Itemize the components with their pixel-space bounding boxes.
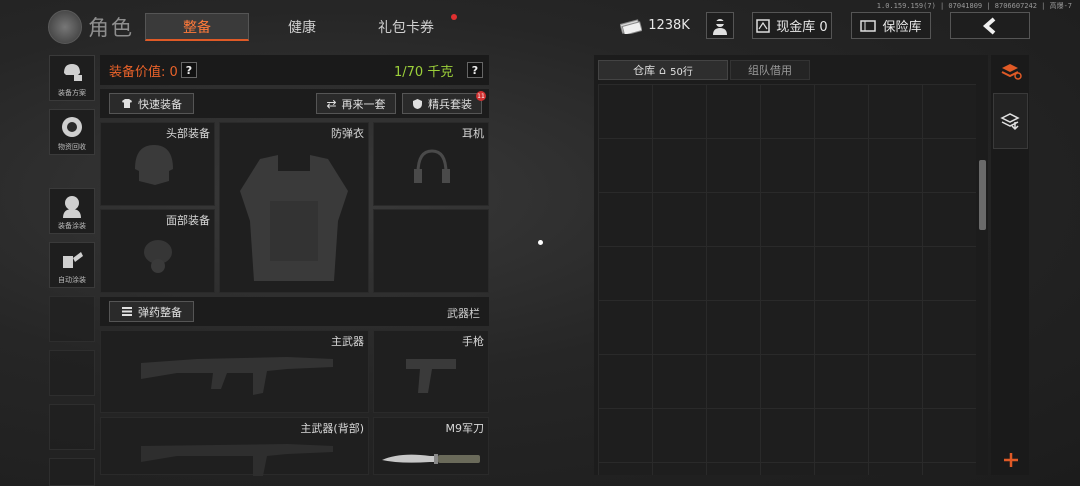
- auto-paint-label: 自动涂装: [58, 276, 86, 284]
- auto-paint-icon: [63, 252, 83, 268]
- agent-icon: [713, 18, 727, 35]
- elite-badge: 11: [476, 91, 486, 101]
- weight-help-button[interactable]: ?: [467, 62, 483, 78]
- helmet-icon: [135, 145, 173, 185]
- page-title: 角色: [88, 16, 134, 40]
- tab-equip[interactable]: 整备: [145, 13, 249, 41]
- home-icon: ⌂: [659, 63, 667, 77]
- knife-slot[interactable]: M9军刀: [373, 417, 489, 475]
- vault-icon: [756, 18, 771, 33]
- quick-equip-button[interactable]: 快速装备: [109, 93, 194, 114]
- elite-set-button[interactable]: 精兵套装: [402, 93, 482, 114]
- left-empty-slot: [49, 404, 95, 450]
- earphone-slot-label: 耳机: [462, 127, 484, 140]
- armor-slot-label: 防弹衣: [331, 127, 364, 140]
- head-slot[interactable]: 头部装备: [100, 122, 215, 206]
- left-empty-slot: [49, 350, 95, 396]
- warehouse-tab[interactable]: 仓库 ⌂ 50行: [598, 60, 728, 80]
- primary-weapon-slot[interactable]: 主武器: [100, 330, 369, 413]
- version-text: 1.0.159.159(7) | 07041809 | 8706607242 |…: [876, 2, 1072, 10]
- vest-icon: [240, 155, 348, 281]
- rifle-icon: [141, 357, 333, 395]
- left-empty-slot: [49, 458, 95, 486]
- again-label: 再来一套: [341, 97, 386, 111]
- ammo-equip-button[interactable]: 弹药整备: [109, 301, 194, 322]
- cash-icon: [620, 18, 643, 34]
- money-display[interactable]: 1238K: [619, 12, 691, 39]
- inventory-scrollbar[interactable]: [979, 160, 986, 230]
- recycle-label: 物资回收: [58, 143, 86, 151]
- cash-vault-label: 现金库 0: [776, 20, 828, 35]
- primary-back-label: 主武器(背部): [300, 422, 364, 435]
- team-borrow-tab[interactable]: 组队借用: [730, 60, 810, 80]
- add-button[interactable]: [993, 446, 1028, 474]
- stack-download-icon: [999, 113, 1020, 131]
- pistol-label: 手枪: [462, 335, 484, 348]
- tab-gift[interactable]: 礼包卡券: [360, 13, 452, 41]
- layers-button[interactable]: [993, 55, 1028, 87]
- pistol-icon: [406, 359, 456, 393]
- recycle-icon: [62, 117, 82, 137]
- logo: [48, 10, 82, 44]
- loadout-label: 装备方案: [58, 89, 86, 97]
- auto-paint-button[interactable]: 自动涂装: [49, 242, 95, 288]
- headset-icon: [414, 149, 450, 183]
- face-slot-label: 面部装备: [166, 214, 210, 227]
- ammo-equip-label: 弹药整备: [138, 305, 182, 319]
- gas-mask-icon: [144, 240, 172, 273]
- layers-icon: [1001, 64, 1022, 80]
- earphone-slot[interactable]: 耳机: [373, 122, 489, 206]
- cursor-dot: [538, 240, 543, 245]
- plus-icon: [1003, 453, 1018, 467]
- shirt-icon: [122, 99, 132, 108]
- agent-button[interactable]: [706, 12, 734, 39]
- elite-set-label: 精兵套装: [428, 97, 472, 111]
- knife-label: M9军刀: [445, 422, 485, 435]
- warehouse-tab-label: 仓库: [633, 64, 656, 77]
- head-slot-label: 头部装备: [166, 127, 210, 140]
- weight-display: 1/70 千克: [394, 65, 454, 80]
- skin-label: 装备涂装: [58, 222, 86, 230]
- primary-back-slot[interactable]: 主武器(背部): [100, 417, 369, 476]
- inventory-grid[interactable]: [598, 84, 976, 475]
- face-slot[interactable]: 面部装备: [100, 209, 215, 293]
- refresh-icon: ⇄: [326, 96, 337, 111]
- rifle-back-icon: [141, 444, 333, 476]
- again-button[interactable]: ⇄ 再来一套: [316, 93, 396, 114]
- skin-button[interactable]: 装备涂装: [49, 188, 95, 234]
- stack-download-button[interactable]: [993, 93, 1028, 149]
- ammo-icon: [122, 307, 132, 316]
- back-button[interactable]: [950, 12, 1030, 39]
- value-help-button[interactable]: ?: [181, 62, 197, 78]
- skin-icon: [63, 196, 81, 218]
- recycle-button[interactable]: 物资回收: [49, 109, 95, 155]
- pistol-slot[interactable]: 手枪: [373, 330, 489, 413]
- shield-icon: [413, 98, 422, 109]
- warehouse-rows: 50行: [670, 66, 693, 78]
- safe-box-label: 保险库: [882, 20, 922, 35]
- gift-badge: [451, 14, 457, 20]
- tab-health[interactable]: 健康: [258, 13, 346, 41]
- armor-slot[interactable]: 防弹衣: [219, 122, 369, 293]
- quick-equip-label: 快速装备: [138, 97, 182, 111]
- cash-vault-button[interactable]: 现金库 0: [752, 12, 832, 39]
- back-arrow-icon: [982, 16, 996, 35]
- knife-icon: [382, 454, 480, 464]
- weapon-bar-label: 武器栏: [447, 307, 480, 320]
- money-value: 1238K: [648, 18, 690, 33]
- loadout-button[interactable]: 装备方案: [49, 55, 95, 101]
- empty-gear-slot: [373, 209, 489, 293]
- safe-icon: [860, 19, 877, 32]
- left-empty-slot: [49, 296, 95, 342]
- loadout-icon: [64, 64, 82, 81]
- equipment-value: 装备价值: 0: [109, 65, 178, 80]
- safe-box-button[interactable]: 保险库: [851, 12, 931, 39]
- primary-weapon-label: 主武器: [331, 335, 364, 348]
